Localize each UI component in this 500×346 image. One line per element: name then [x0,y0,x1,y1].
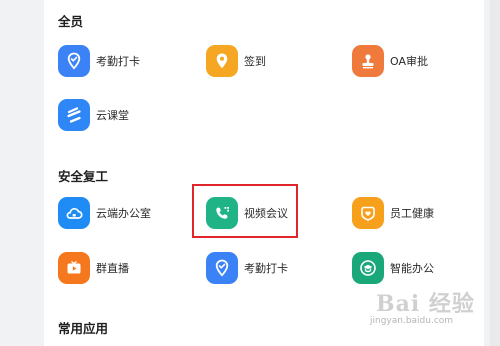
app-label: OA审批 [390,55,428,68]
stamp-icon [352,45,384,77]
highlight-box [192,184,298,238]
location-pin-icon [206,252,238,284]
app-sign-in[interactable]: 签到 [206,45,266,77]
watermark-logo: Bai 经验 [376,291,475,317]
app-oa-approval[interactable]: OA审批 [352,45,428,77]
app-label: 考勤打卡 [244,262,288,275]
app-label: 员工健康 [390,207,434,220]
graduation-cap-icon [352,252,384,284]
app-label: 签到 [244,55,266,68]
app-label: 云端办公室 [96,207,151,220]
section-title-safe-return: 安全复工 [58,169,109,184]
location-pin-icon [58,45,90,77]
watermark: Bai 经验 jingyan.baidu.com [362,286,492,342]
app-smart-office[interactable]: 智能办公 [352,252,434,284]
app-label: 群直播 [96,262,129,275]
cloud-icon [58,197,90,229]
tv-icon [58,252,90,284]
section-title-all-staff: 全员 [58,14,84,29]
watermark-url: jingyan.baidu.com [370,316,454,326]
heart-icon [352,197,384,229]
app-group-live[interactable]: 群直播 [58,252,129,284]
app-label: 云课堂 [96,109,129,122]
app-employee-health[interactable]: 员工健康 [352,197,434,229]
section-title-common-apps: 常用应用 [58,321,109,336]
layers-icon [58,99,90,131]
app-label: 智能办公 [390,262,434,275]
app-attendance-checkin[interactable]: 考勤打卡 [58,45,140,77]
app-attendance-checkin-2[interactable]: 考勤打卡 [206,252,288,284]
location-pin-icon [206,45,238,77]
app-cloud-office[interactable]: 云端办公室 [58,197,151,229]
app-label: 考勤打卡 [96,55,140,68]
app-cloud-classroom[interactable]: 云课堂 [58,99,129,131]
